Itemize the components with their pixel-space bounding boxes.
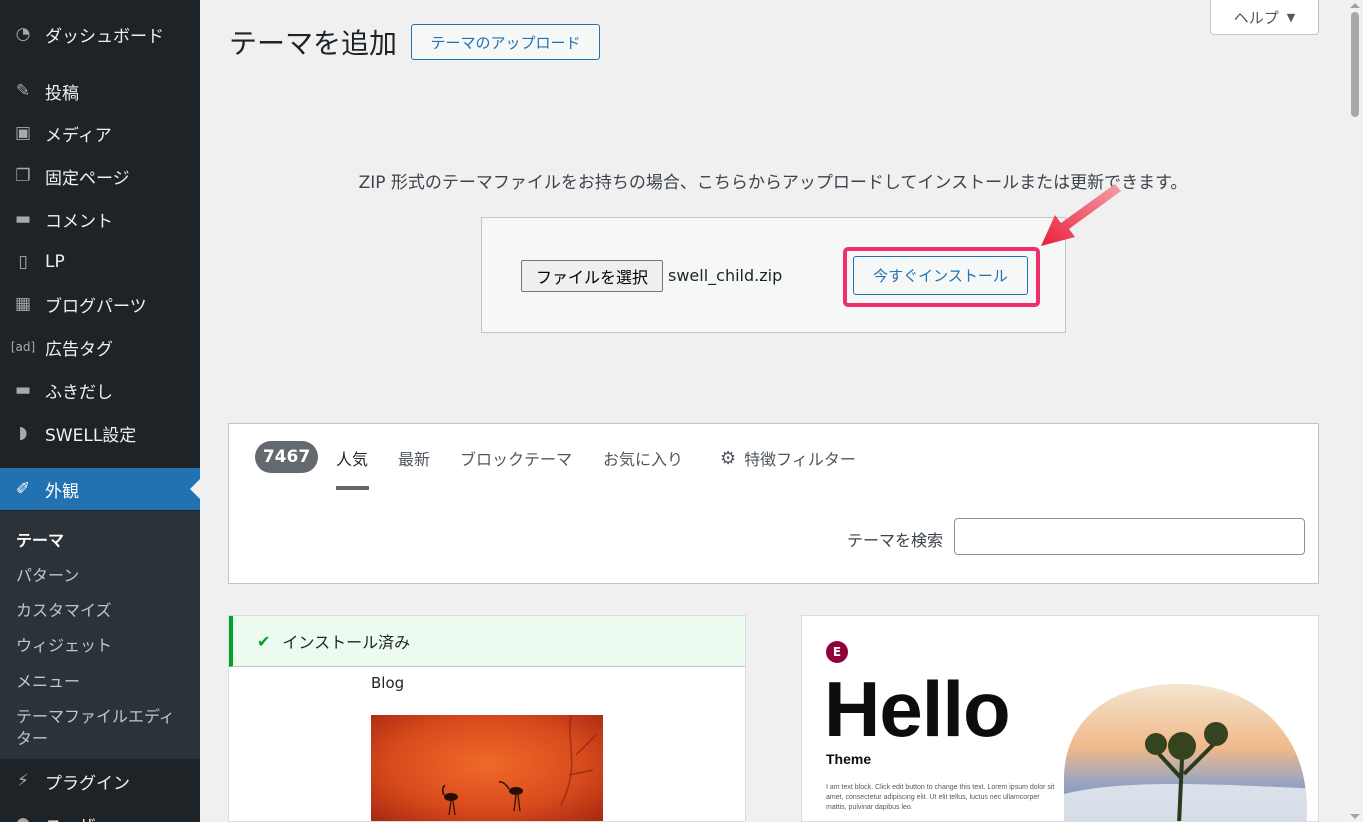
sidebar-item-label: 投稿 — [45, 83, 79, 104]
sidebar-item-label: メディア — [45, 125, 112, 146]
grid-icon: ▦ — [14, 294, 32, 314]
media-icon: ▣ — [14, 123, 32, 143]
theme-preview-blog-label: Blog — [371, 674, 405, 692]
hello-preview-image — [1064, 684, 1307, 821]
submenu-item-theme-editor-cont[interactable]: ター — [16, 725, 48, 749]
comment-icon: ▬ — [14, 209, 32, 229]
elementor-logo-icon: E — [826, 641, 848, 663]
upload-description: ZIP 形式のテーマファイルをお持ちの場合、こちらからアップロードしてインストー… — [358, 173, 1188, 193]
sidebar-item-ad-tags[interactable]: [ad] 広告タグ — [0, 329, 200, 365]
sidebar-item-label: ブログパーツ — [45, 296, 147, 317]
sidebar-item-users[interactable]: ● ユーザー — [0, 806, 200, 822]
submenu-item-widgets[interactable]: ウィジェット — [16, 632, 112, 656]
sidebar-item-media[interactable]: ▣ メディア — [0, 115, 200, 151]
appearance-submenu: テーマ パターン カスタマイズ ウィジェット メニュー テーマファイルエディ タ… — [0, 511, 200, 759]
sidebar-item-label: LP — [45, 252, 65, 272]
page-title: テーマを追加 — [229, 27, 398, 60]
selected-file-name: swell_child.zip — [668, 266, 783, 285]
theme-search-input[interactable] — [954, 518, 1305, 555]
upload-theme-button[interactable]: テーマのアップロード — [411, 24, 600, 60]
pages-icon: ❐ — [15, 166, 31, 186]
caret-down-icon: ▼ — [1286, 10, 1296, 24]
arrow-annotation-icon — [1041, 184, 1121, 246]
sidebar-item-swell[interactable]: ◗ SWELL設定 — [0, 415, 200, 451]
sidebar-item-label: ふきだし — [45, 382, 113, 403]
help-button[interactable]: ヘルプ ▼ — [1210, 0, 1319, 35]
sidebar-item-label: 広告タグ — [45, 339, 113, 360]
install-now-button[interactable]: 今すぐインストール — [853, 256, 1028, 295]
submenu-item-themes[interactable]: テーマ — [16, 527, 64, 551]
sidebar-item-comments[interactable]: ▬ コメント — [0, 201, 200, 237]
sidebar-item-posts[interactable]: ✎ 投稿 — [0, 73, 200, 109]
sidebar-item-plugins[interactable]: ⚡ プラグイン — [0, 763, 200, 799]
sidebar-item-label: 外観 — [45, 481, 79, 502]
sidebar-item-label: ユーザー — [45, 812, 113, 822]
theme-preview-image — [371, 715, 603, 821]
sidebar-item-label: SWELL設定 — [45, 425, 137, 446]
sidebar-item-dashboard[interactable]: ◔ ダッシュボード — [0, 16, 200, 52]
sidebar-item-lp[interactable]: ▯ LP — [0, 244, 200, 280]
scroll-down-icon[interactable] — [1350, 814, 1360, 819]
submenu-item-menus[interactable]: メニュー — [16, 668, 80, 692]
theme-count-badge: 7467 — [255, 441, 318, 473]
gear-icon: ⚙ — [720, 447, 737, 469]
brush-icon: ✐ — [15, 479, 31, 499]
pin-icon: ✎ — [15, 81, 31, 101]
hello-theme-subtitle: Theme — [826, 751, 872, 767]
scroll-thumb[interactable] — [1351, 12, 1359, 117]
upload-form: ファイルを選択 swell_child.zip 今すぐインストール — [481, 217, 1066, 333]
hello-theme-body-text: I am text block. Click edit button to ch… — [826, 784, 1055, 811]
sidebar-item-pages[interactable]: ❐ 固定ページ — [0, 158, 200, 194]
dashboard-icon: ◔ — [15, 24, 31, 44]
search-label: テーマを検索 — [847, 531, 944, 550]
theme-card-hello[interactable]: E Hello Theme I am text block. Click edi… — [801, 615, 1319, 822]
plugin-icon: ⚡ — [17, 771, 29, 791]
help-label: ヘルプ — [1233, 8, 1279, 27]
sidebar-item-label: 固定ページ — [45, 168, 130, 189]
sidebar-item-label: プラグイン — [45, 773, 130, 794]
admin-sidebar: ◔ ダッシュボード ✎ 投稿 ▣ メディア ❐ 固定ページ ▬ コメント ▯ L… — [0, 0, 200, 822]
scrollbar[interactable] — [1348, 0, 1363, 822]
feature-filter-button[interactable]: ⚙ 特徴フィルター — [720, 446, 856, 470]
sidebar-item-balloon[interactable]: ▬ ふきだし — [0, 372, 200, 408]
sidebar-item-label: コメント — [45, 211, 113, 232]
hello-theme-title: Hello — [824, 665, 1011, 753]
ad-icon: [ad] — [10, 340, 36, 354]
document-icon: ▯ — [18, 252, 28, 272]
tab-popular[interactable]: 人気 — [336, 446, 368, 470]
tab-block-themes[interactable]: ブロックテーマ — [460, 446, 572, 470]
scroll-up-icon[interactable] — [1350, 3, 1360, 8]
file-select-button[interactable]: ファイルを選択 — [521, 260, 663, 292]
user-icon: ● — [10, 813, 36, 822]
theme-card-installed[interactable]: ✔ インストール済み Blog — [228, 615, 746, 822]
sidebar-item-label: ダッシュボード — [45, 26, 164, 47]
submenu-item-patterns[interactable]: パターン — [16, 562, 79, 586]
submenu-item-customize[interactable]: カスタマイズ — [16, 597, 112, 621]
theme-filter-bar: 7467 人気 最新 ブロックテーマ お気に入り ⚙ 特徴フィルター テーマを検… — [228, 423, 1319, 584]
balloon-icon: ▬ — [14, 380, 32, 400]
installed-notice: ✔ インストール済み — [229, 616, 745, 667]
sidebar-item-blog-parts[interactable]: ▦ ブログパーツ — [0, 286, 200, 322]
swell-icon: ◗ — [18, 423, 28, 443]
installed-label: インストール済み — [282, 633, 411, 652]
check-icon: ✔ — [257, 631, 271, 651]
tab-latest[interactable]: 最新 — [398, 446, 430, 470]
submenu-item-theme-editor[interactable]: テーマファイルエディ — [16, 703, 175, 727]
tab-favorites[interactable]: お気に入り — [603, 446, 683, 470]
active-tab-indicator — [336, 486, 369, 490]
feature-filter-label: 特徴フィルター — [744, 450, 856, 469]
sidebar-item-appearance[interactable]: ✐ 外観 — [0, 468, 200, 510]
